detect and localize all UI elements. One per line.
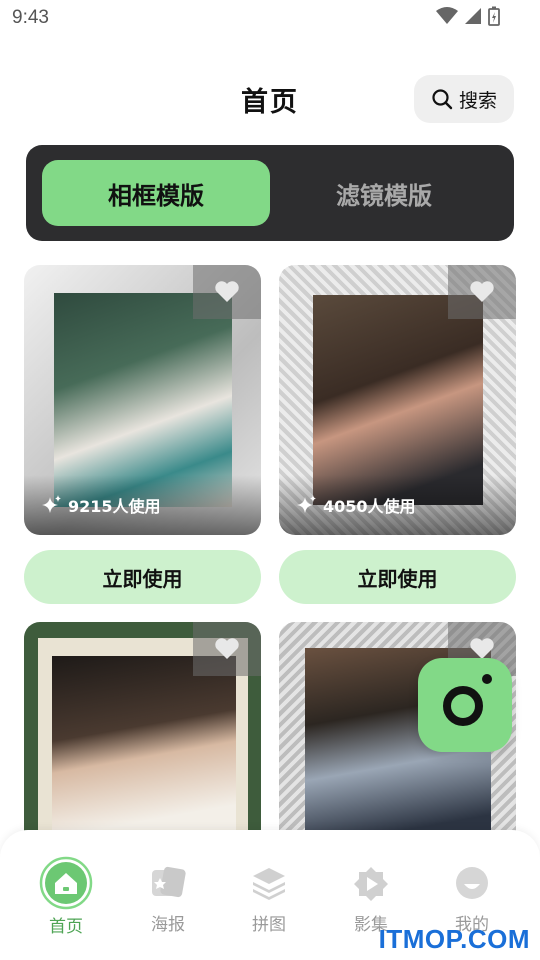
favorite-button[interactable]	[193, 265, 261, 319]
profile-icon	[456, 867, 488, 899]
template-tab-bar: 相框模版 滤镜模版	[26, 145, 514, 241]
template-photo	[313, 295, 483, 505]
usage-count: 4050人使用	[297, 493, 416, 517]
nav-label-home: 首页	[49, 917, 83, 937]
wifi-icon	[436, 7, 458, 24]
status-icons	[436, 6, 500, 26]
sparkle-icon	[42, 495, 61, 513]
sparkle-icon	[297, 495, 316, 513]
tab-filter-templates[interactable]: 滤镜模版	[270, 160, 498, 226]
use-now-button[interactable]: 立即使用	[24, 550, 261, 604]
status-bar: 9:43	[0, 0, 540, 36]
poster-icon	[152, 866, 186, 898]
template-photo	[52, 656, 236, 837]
heart-icon	[470, 281, 494, 302]
nav-item-puzzle[interactable]: 拼图	[219, 830, 319, 940]
use-now-button[interactable]: 立即使用	[279, 550, 516, 604]
camera-button[interactable]	[418, 658, 512, 752]
layers-icon	[253, 868, 285, 900]
heart-icon	[215, 638, 239, 659]
usage-text: 4050人使用	[323, 497, 416, 516]
usage-count: 9215人使用	[42, 493, 161, 517]
status-time: 9:43	[12, 7, 49, 28]
heart-icon	[215, 281, 239, 302]
template-card[interactable]	[24, 622, 261, 837]
nav-item-poster[interactable]: 海报	[118, 830, 218, 940]
favorite-button[interactable]	[193, 622, 261, 676]
nav-label-puzzle: 拼图	[252, 915, 286, 935]
watermark: ITMOP.COM	[378, 924, 530, 954]
template-card[interactable]: 9215人使用	[24, 265, 261, 535]
usage-text: 9215人使用	[68, 497, 161, 516]
search-label: 搜索	[458, 89, 497, 112]
signal-icon	[465, 8, 481, 24]
favorite-button[interactable]	[448, 265, 516, 319]
search-icon	[432, 89, 453, 110]
home-icon	[39, 856, 93, 910]
header: 首页 搜索	[0, 70, 540, 128]
nav-label-poster: 海报	[151, 915, 185, 935]
tab-frame-templates[interactable]: 相框模版	[42, 160, 270, 226]
search-button[interactable]: 搜索	[414, 75, 514, 123]
album-play-icon	[354, 867, 388, 901]
battery-icon	[488, 6, 500, 26]
camera-icon	[443, 674, 492, 726]
nav-item-home[interactable]: 首页	[16, 830, 116, 940]
template-card[interactable]: 4050人使用	[279, 265, 516, 535]
